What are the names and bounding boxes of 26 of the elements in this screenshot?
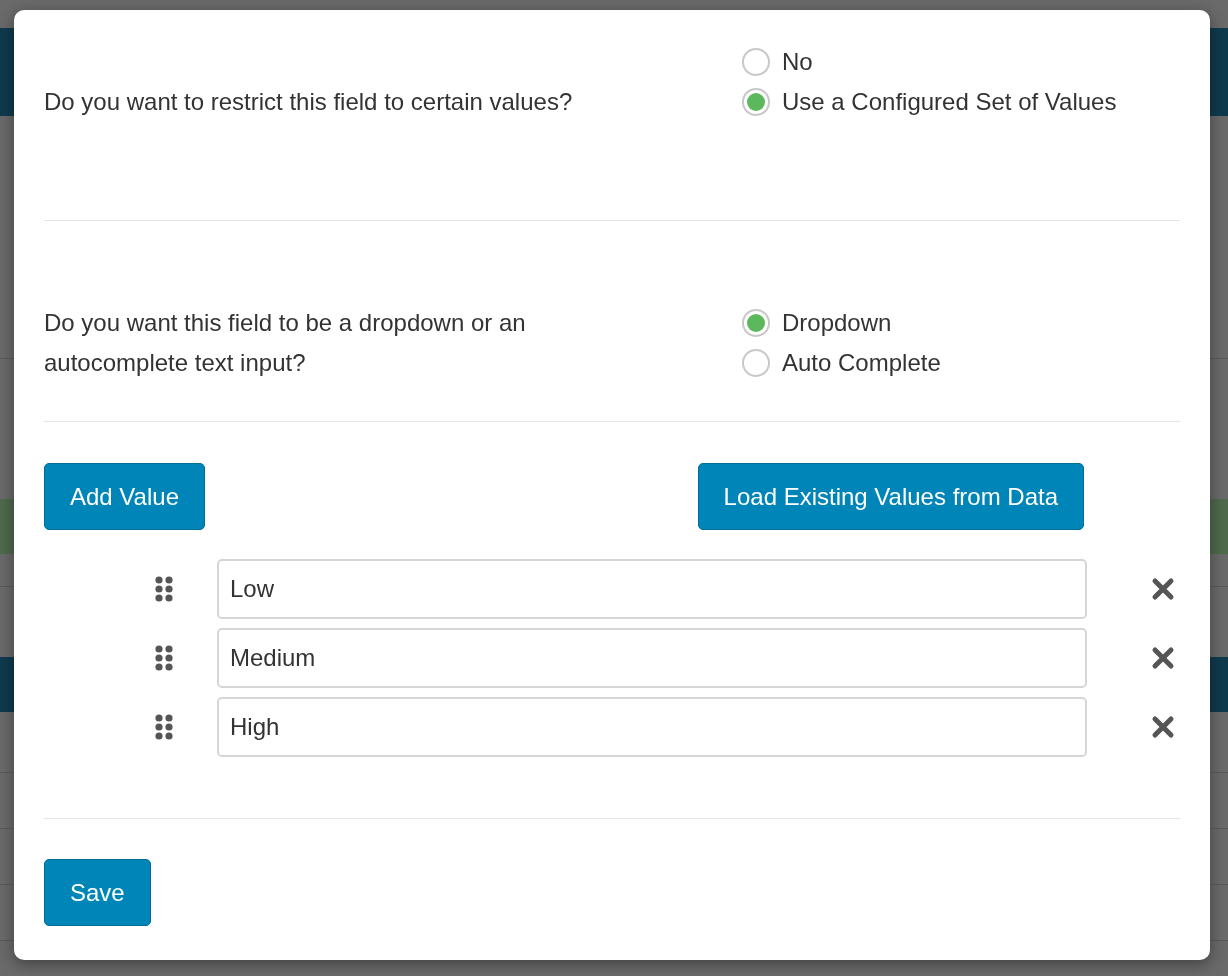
drag-handle-icon[interactable] <box>155 576 173 602</box>
radio-option[interactable]: No <box>742 42 1180 82</box>
question-text: Do you want to restrict this field to certain values? <box>44 87 574 117</box>
question-text: Do you want this field to be a dropdown or an autocomplete text input? <box>44 308 527 378</box>
value-input[interactable]: High <box>217 697 1087 757</box>
radio-button[interactable] <box>742 349 770 377</box>
radio-option[interactable]: Auto Complete <box>742 343 1180 383</box>
load-values-button[interactable]: Load Existing Values from Data <box>697 463 1084 530</box>
value-input[interactable]: Low <box>217 559 1087 619</box>
option-label: Dropdown <box>782 309 892 337</box>
drag-handle-icon[interactable] <box>155 714 173 740</box>
add-value-button[interactable]: Add Value <box>44 463 205 530</box>
save-button[interactable]: Save <box>44 859 151 926</box>
option-label: No <box>782 48 813 76</box>
radio-button[interactable] <box>742 309 770 337</box>
remove-icon[interactable] <box>1151 646 1175 670</box>
remove-icon[interactable] <box>1151 715 1175 739</box>
value-input[interactable]: Medium <box>217 628 1087 688</box>
radio-button[interactable] <box>742 48 770 76</box>
remove-icon[interactable] <box>1151 577 1175 601</box>
radio-option[interactable]: Dropdown <box>742 303 1180 343</box>
radio-button[interactable] <box>742 88 770 116</box>
radio-option[interactable]: Use a Configured Set of Values <box>742 82 1180 122</box>
option-label: Auto Complete <box>782 349 941 377</box>
option-label: Use a Configured Set of Values <box>782 88 1117 116</box>
drag-handle-icon[interactable] <box>155 645 173 671</box>
